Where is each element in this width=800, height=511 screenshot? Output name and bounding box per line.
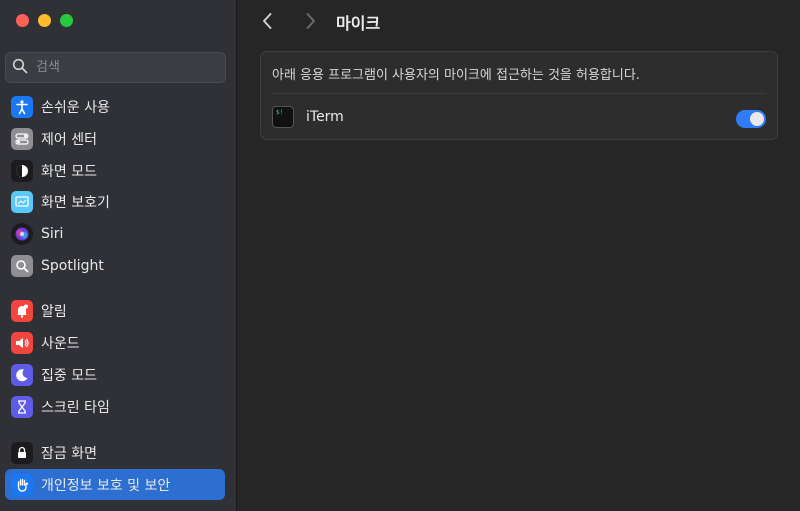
- sidebar-item-label: 손쉬운 사용: [41, 99, 110, 116]
- close-window-button[interactable]: [16, 14, 29, 27]
- sidebar-item-control-center[interactable]: 제어 센터: [5, 123, 225, 154]
- appearance-icon: [11, 159, 33, 182]
- sidebar-item-lock-screen[interactable]: 잠금 화면: [5, 437, 225, 468]
- sidebar-item-siri[interactable]: Siri: [5, 218, 225, 249]
- screen-saver-icon: [11, 190, 33, 213]
- focus-icon: [11, 363, 33, 386]
- sidebar: 손쉬운 사용 제어 센터 화면 모드 화면 보호기 Siri Spotlight: [0, 0, 237, 511]
- sidebar-item-label: 잠금 화면: [41, 445, 97, 462]
- sidebar-item-accessibility[interactable]: 손쉬운 사용: [5, 91, 225, 122]
- sidebar-item-notifications[interactable]: 알림: [5, 295, 225, 326]
- siri-icon: [11, 222, 33, 245]
- sidebar-item-label: 화면 모드: [41, 163, 97, 180]
- search-field[interactable]: [5, 52, 226, 83]
- forward-button[interactable]: [298, 9, 322, 33]
- control-center-icon: [11, 127, 33, 150]
- back-chevron-icon: [263, 13, 272, 29]
- screen-time-icon: [11, 395, 33, 418]
- sidebar-item-sound[interactable]: 사운드: [5, 327, 225, 358]
- forward-chevron-icon: [306, 13, 315, 29]
- sidebar-item-screen-saver[interactable]: 화면 보호기: [5, 186, 225, 217]
- sidebar-item-appearance[interactable]: 화면 모드: [5, 155, 225, 186]
- sidebar-item-screen-time[interactable]: 스크린 타임: [5, 391, 225, 422]
- sidebar-item-label: Spotlight: [41, 257, 104, 274]
- sidebar-item-label: 스크린 타임: [41, 399, 110, 416]
- sidebar-item-spotlight[interactable]: Spotlight: [5, 250, 225, 281]
- page-title: 마이크: [336, 14, 381, 33]
- minimize-window-button[interactable]: [38, 14, 51, 27]
- maximize-window-button[interactable]: [60, 14, 73, 27]
- sidebar-item-label: 제어 센터: [41, 131, 97, 148]
- main-content: 마이크 아래 응용 프로그램이 사용자의 마이크에 접근하는 것을 허용합니다.…: [238, 0, 800, 511]
- sidebar-item-label: 사운드: [41, 335, 80, 352]
- notifications-icon: [11, 299, 33, 322]
- sidebar-item-label: 화면 보호기: [41, 194, 110, 211]
- permission-description: 아래 응용 프로그램이 사용자의 마이크에 접근하는 것을 허용합니다.: [272, 68, 640, 83]
- accessibility-icon: [11, 95, 33, 118]
- toolbar: 마이크: [238, 0, 800, 42]
- search-icon: [12, 58, 28, 78]
- privacy-hand-icon: [11, 473, 33, 496]
- sidebar-item-label: Siri: [41, 225, 64, 242]
- lock-screen-icon: [11, 441, 33, 464]
- sidebar-item-label: 알림: [41, 303, 67, 320]
- back-button[interactable]: [256, 9, 280, 33]
- microphone-permissions-card: 아래 응용 프로그램이 사용자의 마이크에 접근하는 것을 허용합니다. $! …: [260, 51, 778, 140]
- microphone-access-toggle[interactable]: [736, 110, 766, 128]
- sound-icon: [11, 331, 33, 354]
- window-controls: [16, 14, 73, 27]
- sidebar-item-label: 개인정보 보호 및 보안: [41, 477, 171, 494]
- spotlight-icon: [11, 254, 33, 277]
- sidebar-item-label: 집중 모드: [41, 367, 97, 384]
- search-input[interactable]: [36, 60, 216, 75]
- app-name: iTerm: [306, 109, 344, 125]
- app-row: $! iTerm: [272, 102, 766, 132]
- iterm-app-icon: $!: [272, 106, 294, 128]
- toggle-knob: [750, 112, 764, 126]
- sidebar-item-privacy-security[interactable]: 개인정보 보호 및 보안: [5, 469, 225, 500]
- divider: [272, 93, 766, 94]
- sidebar-item-focus[interactable]: 집중 모드: [5, 359, 225, 390]
